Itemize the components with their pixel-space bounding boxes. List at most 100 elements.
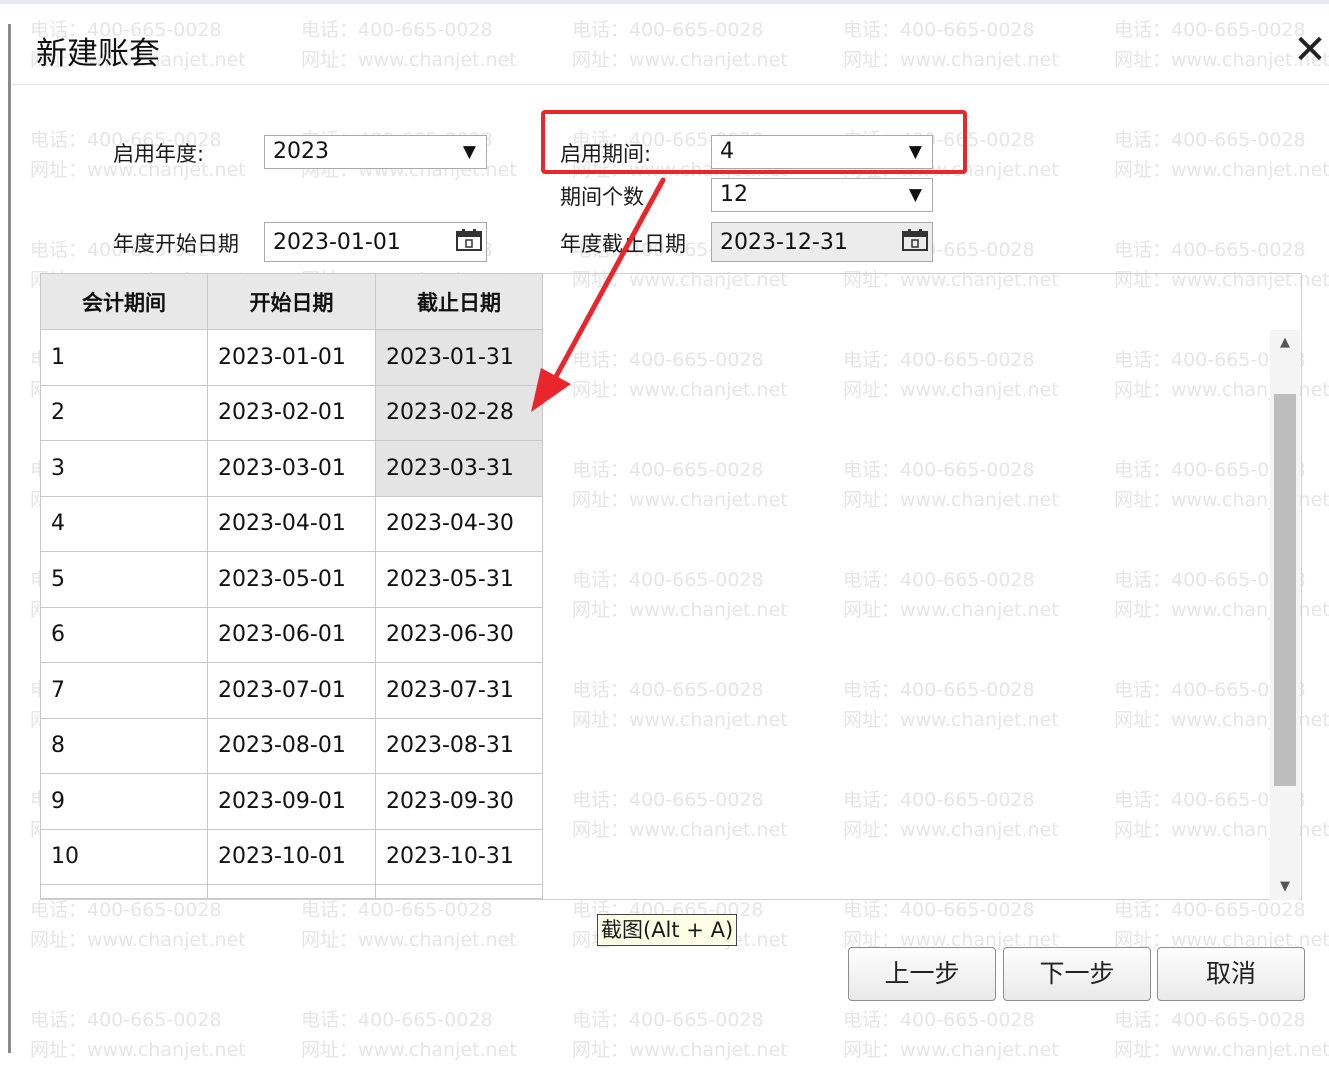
screenshot-tooltip: 截图(Alt + A): [597, 914, 738, 946]
cell-empty: [40, 884, 208, 899]
prev-step-button[interactable]: 上一步: [848, 947, 996, 1001]
watermark-site: 网址：www.chanjet.net: [1114, 159, 1329, 181]
table-row[interactable]: 4 2023-04-01 2023-04-30: [40, 495, 543, 552]
watermark-text: 电话：400-665-0028 网址：www.chanjet.net: [1114, 125, 1329, 185]
cell-period: 4: [40, 495, 208, 552]
table-row[interactable]: 10 2023-10-01 2023-10-31: [40, 828, 543, 885]
dialog-title: 新建账套: [36, 36, 160, 72]
watermark-site: 网址：www.chanjet.net: [30, 929, 246, 951]
watermark-site: 网址：www.chanjet.net: [30, 1039, 246, 1061]
cell-end-date[interactable]: 2023-10-31: [375, 828, 543, 885]
table-row[interactable]: 6 2023-06-01 2023-06-30: [40, 606, 543, 663]
watermark-text: 电话：400-665-0028网址：www.chanjet.net: [1114, 1005, 1329, 1065]
year-end-label: 年度截止日期: [560, 232, 686, 256]
scroll-thumb[interactable]: [1274, 394, 1296, 786]
cell-start-date[interactable]: 2023-10-01: [207, 828, 376, 885]
watermark-site: 网址：www.chanjet.net: [843, 49, 1059, 71]
year-start-date-input[interactable]: 2023-01-01: [264, 222, 487, 262]
cell-period: 2: [40, 384, 208, 441]
watermark-phone: 电话：400-665-0028: [843, 1009, 1035, 1031]
watermark-site: 网址：www.chanjet.net: [301, 929, 517, 951]
cell-end-date[interactable]: 2023-06-30: [375, 606, 543, 663]
cell-start-date[interactable]: 2023-03-01: [207, 440, 376, 497]
cell-start-date[interactable]: 2023-06-01: [207, 606, 376, 663]
window-top-strip: [0, 0, 1329, 4]
table-row[interactable]: 2 2023-02-01 2023-02-28: [40, 384, 543, 441]
period-count-value: 12: [720, 182, 748, 207]
cell-end-date[interactable]: 2023-09-30: [375, 773, 543, 830]
year-start-value: 2023-01-01: [273, 230, 401, 255]
title-divider: [12, 84, 1329, 85]
table-header-row: 会计期间 开始日期 截止日期: [40, 273, 543, 330]
column-header-end: 截止日期: [375, 273, 543, 330]
highlight-box: [541, 110, 967, 174]
year-end-value: 2023-12-31: [720, 230, 848, 255]
year-end-date-input: 2023-12-31: [711, 222, 933, 262]
watermark-text: 电话：400-665-0028网址：www.chanjet.net: [843, 895, 1059, 955]
watermark-phone: 电话：400-665-0028: [1114, 1009, 1306, 1031]
watermark-phone: 电话：400-665-0028: [301, 19, 493, 41]
watermark-phone: 电话：400-665-0028: [843, 19, 1035, 41]
cell-start-date[interactable]: 2023-05-01: [207, 551, 376, 608]
table-row[interactable]: 3 2023-03-01 2023-03-31: [40, 440, 543, 497]
watermark-site: 网址：www.chanjet.net: [843, 1039, 1059, 1061]
watermark-text: 电话：400-665-0028网址：www.chanjet.net: [301, 895, 517, 955]
cell-period: 3: [40, 440, 208, 497]
cell-end-date[interactable]: 2023-02-28: [375, 384, 543, 441]
calendar-icon: [902, 229, 928, 251]
period-table: 会计期间 开始日期 截止日期 1 2023-01-01 2023-01-31 2 202…: [40, 273, 543, 899]
cell-period: 5: [40, 551, 208, 608]
period-count-select[interactable]: 12 ▼: [711, 178, 933, 212]
watermark-text: 电话：400-665-0028 网址：www.chanjet.net: [301, 15, 517, 75]
watermark-text: 电话：400-665-0028网址：www.chanjet.net: [572, 15, 788, 75]
cell-start-date[interactable]: 2023-02-01: [207, 384, 376, 441]
cell-start-date[interactable]: 2023-01-01: [207, 329, 376, 386]
vertical-scrollbar[interactable]: ▲ ▼: [1270, 330, 1300, 900]
watermark-text: 电话：400-665-0028 网址：www.chanjet.net: [30, 1005, 246, 1065]
cell-period: 1: [40, 329, 208, 386]
triangle-down-icon[interactable]: ▼: [463, 136, 476, 168]
cell-end-date[interactable]: 2023-04-30: [375, 495, 543, 552]
cell-period: 7: [40, 662, 208, 719]
cell-start-date[interactable]: 2023-04-01: [207, 495, 376, 552]
cell-start-date[interactable]: 2023-08-01: [207, 717, 376, 774]
next-step-button[interactable]: 下一步: [1003, 947, 1151, 1001]
close-icon[interactable]: ✕: [1290, 30, 1329, 70]
cell-end-date[interactable]: 2023-05-31: [375, 551, 543, 608]
start-year-label: 启用年度:: [113, 142, 205, 166]
watermark-text: 电话：400-665-0028 网址：www.chanjet.net: [301, 1005, 517, 1065]
table-row[interactable]: 5 2023-05-01 2023-05-31: [40, 551, 543, 608]
watermark-phone: 电话：400-665-0028: [30, 1009, 222, 1031]
watermark-site: 网址：www.chanjet.net: [572, 1039, 788, 1061]
cell-end-date[interactable]: 2023-03-31: [375, 440, 543, 497]
cell-end-date[interactable]: 2023-08-31: [375, 717, 543, 774]
column-header-start: 开始日期: [207, 273, 376, 330]
table-row[interactable]: 7 2023-07-01 2023-07-31: [40, 662, 543, 719]
triangle-down-icon[interactable]: ▼: [909, 179, 922, 211]
year-start-label: 年度开始日期: [113, 232, 239, 256]
watermark-phone: 电话：400-665-0028: [1114, 129, 1306, 151]
period-count-label: 期间个数: [560, 185, 644, 209]
cell-empty: [375, 884, 543, 899]
scroll-down-icon[interactable]: ▼: [1270, 874, 1300, 900]
watermark-text: 电话：400-665-0028网址：www.chanjet.net: [572, 1005, 788, 1065]
calendar-icon[interactable]: [456, 229, 482, 251]
window-left-edge: [8, 24, 11, 1053]
cancel-button[interactable]: 取消: [1157, 947, 1305, 1001]
table-row[interactable]: 8 2023-08-01 2023-08-31: [40, 717, 543, 774]
cell-start-date[interactable]: 2023-07-01: [207, 662, 376, 719]
watermark-site: 网址：www.chanjet.net: [301, 49, 517, 71]
watermark-text: 电话：400-665-0028 网址：www.chanjet.net: [843, 1005, 1059, 1065]
table-row[interactable]: 9 2023-09-01 2023-09-30: [40, 773, 543, 830]
cell-start-date[interactable]: 2023-09-01: [207, 773, 376, 830]
start-year-select[interactable]: 2023 ▼: [264, 135, 487, 169]
scroll-up-icon[interactable]: ▲: [1270, 330, 1300, 356]
watermark-phone: 电话：400-665-0028: [301, 1009, 493, 1031]
cell-end-date[interactable]: 2023-07-31: [375, 662, 543, 719]
column-header-period: 会计期间: [40, 273, 208, 330]
table-row[interactable]: 1 2023-01-01 2023-01-31: [40, 329, 543, 386]
cell-end-date[interactable]: 2023-01-31: [375, 329, 543, 386]
cell-period: 6: [40, 606, 208, 663]
watermark-text: 电话：400-665-0028网址：www.chanjet.net: [30, 895, 246, 955]
watermark-site: 网址：www.chanjet.net: [301, 1039, 517, 1061]
